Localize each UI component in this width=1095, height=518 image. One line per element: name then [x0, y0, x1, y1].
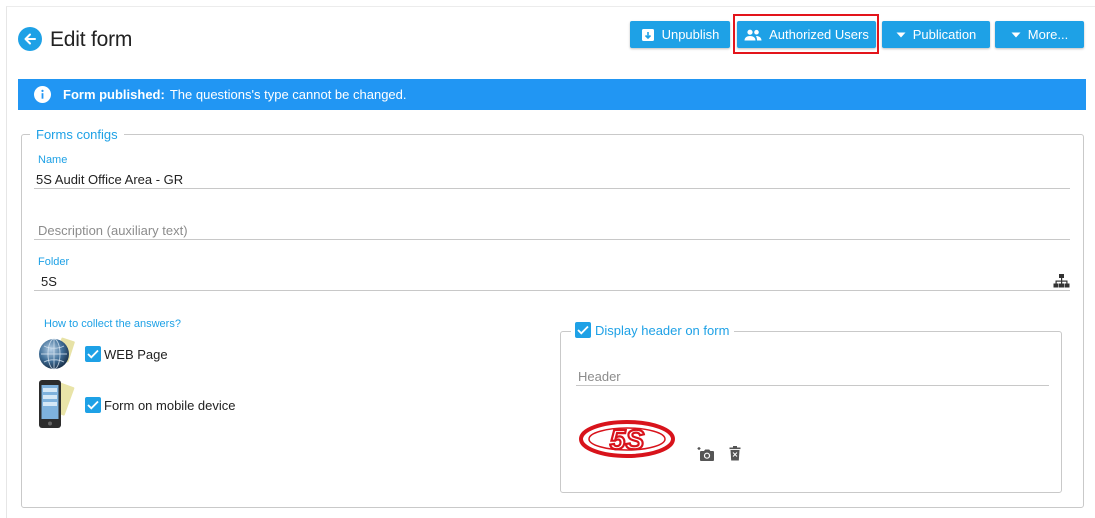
logo-text: 5S [610, 424, 645, 455]
header-logo-image: 5S [579, 420, 675, 458]
description-input[interactable]: Description (auxiliary text) [38, 223, 188, 238]
check-icon [87, 349, 99, 359]
display-header-fieldset [560, 331, 1062, 493]
check-icon [577, 325, 589, 335]
caret-down-icon [896, 32, 906, 37]
header-input[interactable]: Header [578, 369, 621, 384]
check-icon [87, 400, 99, 410]
banner-bold: Form published: [63, 87, 165, 102]
info-banner: Form published: The questions's type can… [18, 79, 1086, 110]
folder-underline [34, 290, 1070, 291]
publication-button[interactable]: Publication [882, 21, 990, 48]
unpublish-button[interactable]: Unpublish [630, 21, 730, 48]
authorized-users-button[interactable]: Authorized Users [737, 21, 876, 48]
description-underline [34, 239, 1070, 240]
authorized-users-label: Authorized Users [769, 27, 869, 42]
arrow-left-icon [24, 33, 36, 45]
page-title: Edit form [50, 28, 133, 51]
unpublish-label: Unpublish [661, 27, 720, 42]
header-underline [576, 385, 1049, 386]
unpublish-icon [641, 28, 654, 41]
folder-input[interactable]: 5S [41, 274, 57, 289]
mobile-device-checkbox[interactable] [85, 397, 101, 413]
forms-configs-legend: Forms configs [30, 127, 124, 142]
users-icon [744, 29, 762, 40]
display-header-label: Display header on form [595, 322, 730, 338]
folder-label: Folder [38, 256, 70, 268]
folder-tree-icon[interactable] [1053, 274, 1070, 293]
web-page-checkbox[interactable] [85, 346, 101, 362]
publication-label: Publication [912, 27, 977, 42]
mobile-device-icon [39, 380, 75, 428]
mobile-device-label: Form on mobile device [104, 398, 236, 413]
web-page-label: WEB Page [104, 347, 168, 362]
back-button[interactable] [18, 27, 42, 51]
add-photo-icon[interactable] [697, 446, 715, 467]
caret-down-icon [1011, 32, 1021, 37]
name-underline [34, 188, 1070, 189]
globe-icon [39, 337, 75, 370]
name-label: Name [38, 154, 68, 166]
info-icon [34, 86, 51, 103]
more-button[interactable]: More... [995, 21, 1084, 48]
display-header-legend: Display header on form [571, 322, 735, 338]
name-input[interactable]: 5S Audit Office Area - GR [36, 172, 183, 187]
delete-icon[interactable] [729, 446, 741, 466]
display-header-checkbox[interactable] [575, 322, 591, 338]
collect-label: How to collect the answers? [44, 318, 181, 330]
more-label: More... [1027, 27, 1069, 42]
banner-message: The questions's type cannot be changed. [169, 87, 407, 102]
